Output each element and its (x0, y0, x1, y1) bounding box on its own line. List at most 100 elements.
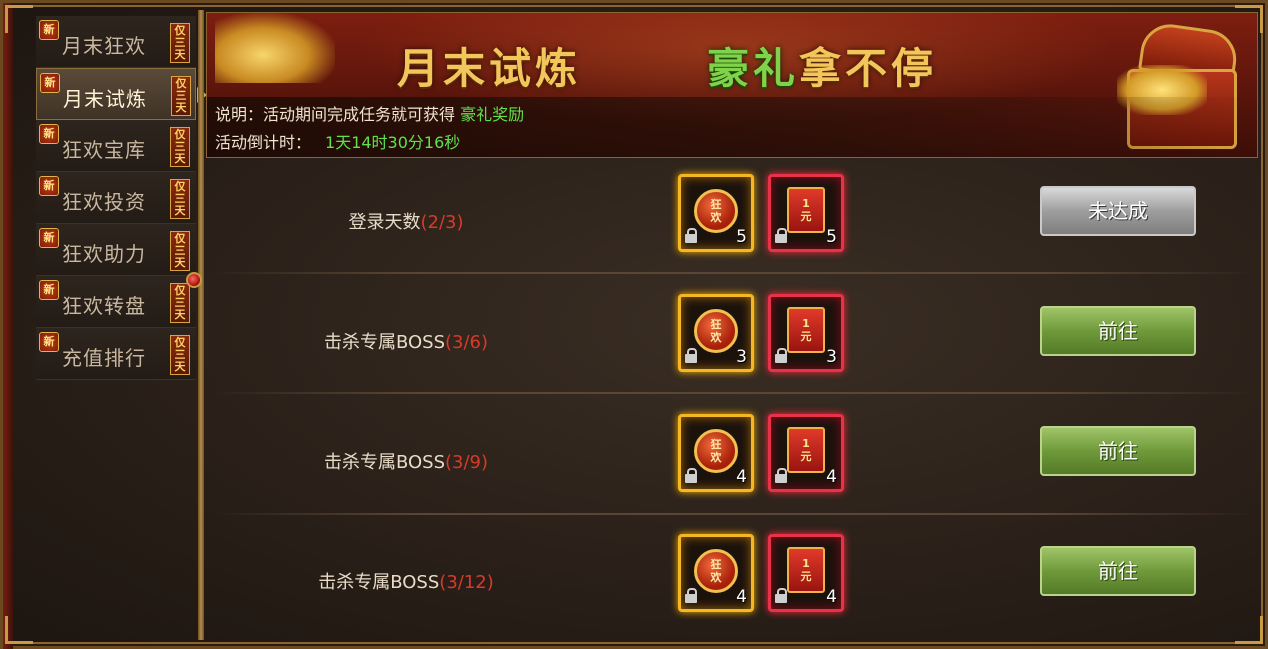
banner-title-main: 月末试炼 (397, 44, 582, 93)
new-badge: 新 (39, 20, 59, 40)
task-row: 击杀专属BOSS(3/12) 狂欢 4 1元 4 前往 (206, 520, 1258, 640)
frame-left-edge (3, 3, 13, 649)
reward-quantity: 5 (826, 227, 837, 247)
task-name: 击杀专属BOSS (323, 332, 446, 353)
activity-sidebar: 新 月末狂欢 仅三天 新 月末试炼 仅三天 新 狂欢宝库 仅三天 新 狂欢投资 … (36, 16, 207, 638)
task-progress: (3/12) (439, 572, 494, 593)
task-name: 击杀专属BOSS (323, 452, 446, 473)
not-achieved-button[interactable]: 未达成 (1040, 186, 1196, 236)
lock-icon (685, 588, 697, 605)
banner-title-sub: 豪礼拿不停 (707, 35, 937, 96)
task-progress: (3/6) (445, 332, 489, 353)
sidebar-item-label: 月末狂欢 (62, 34, 146, 58)
reward-quantity: 3 (826, 347, 837, 367)
task-name: 击杀专属BOSS (318, 572, 440, 593)
row-divider (210, 513, 1254, 515)
sidebar-item-label: 狂欢宝库 (62, 138, 146, 162)
lock-icon (685, 348, 697, 365)
reward-envelope-slot[interactable]: 1元 3 (768, 294, 844, 372)
sidebar-item-carnival-boost[interactable]: 新 狂欢助力 仅三天 (36, 224, 196, 276)
lock-icon (685, 228, 697, 245)
reward-quantity: 4 (826, 587, 837, 607)
go-button[interactable]: 前往 (1040, 546, 1196, 596)
only-three-days-badge: 仅三天 (170, 127, 190, 167)
lock-icon (775, 348, 787, 365)
reward-coin-slot[interactable]: 狂欢 3 (678, 294, 754, 372)
lock-icon (775, 588, 787, 605)
task-row: 登录天数(2/3) 狂欢 5 1元 5 未达成 (206, 160, 1258, 280)
new-badge: 新 (39, 280, 59, 300)
sidebar-item-label: 狂欢投资 (62, 190, 146, 214)
gold-pile-icon (215, 13, 335, 83)
only-three-days-badge: 仅三天 (170, 231, 190, 271)
red-envelope-icon: 1元 (787, 187, 825, 233)
event-banner: 月末试炼 豪礼拿不停 说明：活动期间完成任务就可获得 豪礼奖励 活动倒计时： 1天… (206, 12, 1258, 158)
carnival-coin-icon: 狂欢 (694, 549, 738, 593)
task-description: 击杀专属BOSS(3/12) (266, 568, 546, 594)
sidebar-item-label: 狂欢转盘 (62, 294, 146, 318)
sidebar-item-recharge-ranking[interactable]: 新 充值排行 仅三天 (36, 328, 196, 380)
task-description: 击杀专属BOSS(3/9) (266, 448, 546, 474)
only-three-days-badge: 仅三天 (170, 283, 190, 323)
frame-corner (5, 616, 33, 644)
carnival-coin-icon: 狂欢 (694, 189, 738, 233)
task-description: 击杀专属BOSS(3/6) (266, 328, 546, 354)
red-envelope-icon: 1元 (787, 547, 825, 593)
sidebar-item-month-end-trial[interactable]: 新 月末试炼 仅三天 (36, 68, 207, 120)
reward-quantity: 4 (826, 467, 837, 487)
lock-icon (775, 228, 787, 245)
task-row: 击杀专属BOSS(3/9) 狂欢 4 1元 4 前往 (206, 400, 1258, 520)
sidebar-item-carnival-wheel[interactable]: 新 狂欢转盘 仅三天 (36, 276, 196, 328)
red-envelope-icon: 1元 (787, 427, 825, 473)
countdown-label: 活动倒计时： (215, 133, 312, 152)
sidebar-item-label: 狂欢助力 (62, 242, 146, 266)
go-button[interactable]: 前往 (1040, 306, 1196, 356)
reward-quantity: 4 (736, 467, 747, 487)
sidebar-item-carnival-investment[interactable]: 新 狂欢投资 仅三天 (36, 172, 196, 224)
task-progress: (2/3) (420, 212, 464, 233)
sidebar-divider (198, 10, 204, 640)
reward-coin-slot[interactable]: 狂欢 4 (678, 534, 754, 612)
reward-envelope-slot[interactable]: 1元 4 (768, 414, 844, 492)
new-badge: 新 (39, 228, 59, 248)
lock-icon (775, 468, 787, 485)
sidebar-item-month-end-carnival[interactable]: 新 月末狂欢 仅三天 (36, 16, 196, 68)
red-envelope-icon: 1元 (787, 307, 825, 353)
description-highlight: 豪礼奖励 (460, 105, 525, 124)
only-three-days-badge: 仅三天 (170, 179, 190, 219)
reward-quantity: 3 (736, 347, 747, 367)
reward-quantity: 5 (736, 227, 747, 247)
row-divider (210, 392, 1254, 394)
task-name: 登录天数 (348, 212, 421, 233)
only-three-days-badge: 仅三天 (170, 335, 190, 375)
event-countdown: 活动倒计时： 1天14时30分16秒 (215, 129, 460, 153)
event-description: 说明：活动期间完成任务就可获得 豪礼奖励 (215, 101, 524, 125)
reward-envelope-slot[interactable]: 1元 4 (768, 534, 844, 612)
task-row: 击杀专属BOSS(3/6) 狂欢 3 1元 3 前往 (206, 280, 1258, 400)
banner-title-rest: 拿不停 (799, 44, 938, 93)
carnival-coin-icon: 狂欢 (694, 429, 738, 473)
go-button[interactable]: 前往 (1040, 426, 1196, 476)
new-badge: 新 (39, 124, 59, 144)
reward-envelope-slot[interactable]: 1元 5 (768, 174, 844, 252)
task-progress: (3/9) (445, 452, 489, 473)
banner-info-panel: 说明：活动期间完成任务就可获得 豪礼奖励 活动倒计时： 1天14时30分16秒 (207, 97, 1257, 157)
row-divider (210, 272, 1254, 274)
countdown-value: 1天14时30分16秒 (325, 133, 461, 152)
carnival-coin-icon: 狂欢 (694, 309, 738, 353)
reward-coin-slot[interactable]: 狂欢 4 (678, 414, 754, 492)
new-badge: 新 (40, 73, 60, 93)
sidebar-item-label: 月末试炼 (63, 87, 147, 111)
frame-corner (5, 5, 33, 33)
sidebar-item-carnival-treasury[interactable]: 新 狂欢宝库 仅三天 (36, 120, 196, 172)
task-description: 登录天数(2/3) (266, 208, 546, 234)
reward-quantity: 4 (736, 587, 747, 607)
lock-icon (685, 468, 697, 485)
new-badge: 新 (39, 332, 59, 352)
banner-title-green: 豪礼 (707, 44, 800, 93)
reward-coin-slot[interactable]: 狂欢 5 (678, 174, 754, 252)
description-text: 说明：活动期间完成任务就可获得 (215, 105, 456, 124)
sidebar-item-label: 充值排行 (62, 346, 146, 370)
only-three-days-badge: 仅三天 (170, 23, 190, 63)
only-three-days-badge: 仅三天 (171, 76, 191, 116)
